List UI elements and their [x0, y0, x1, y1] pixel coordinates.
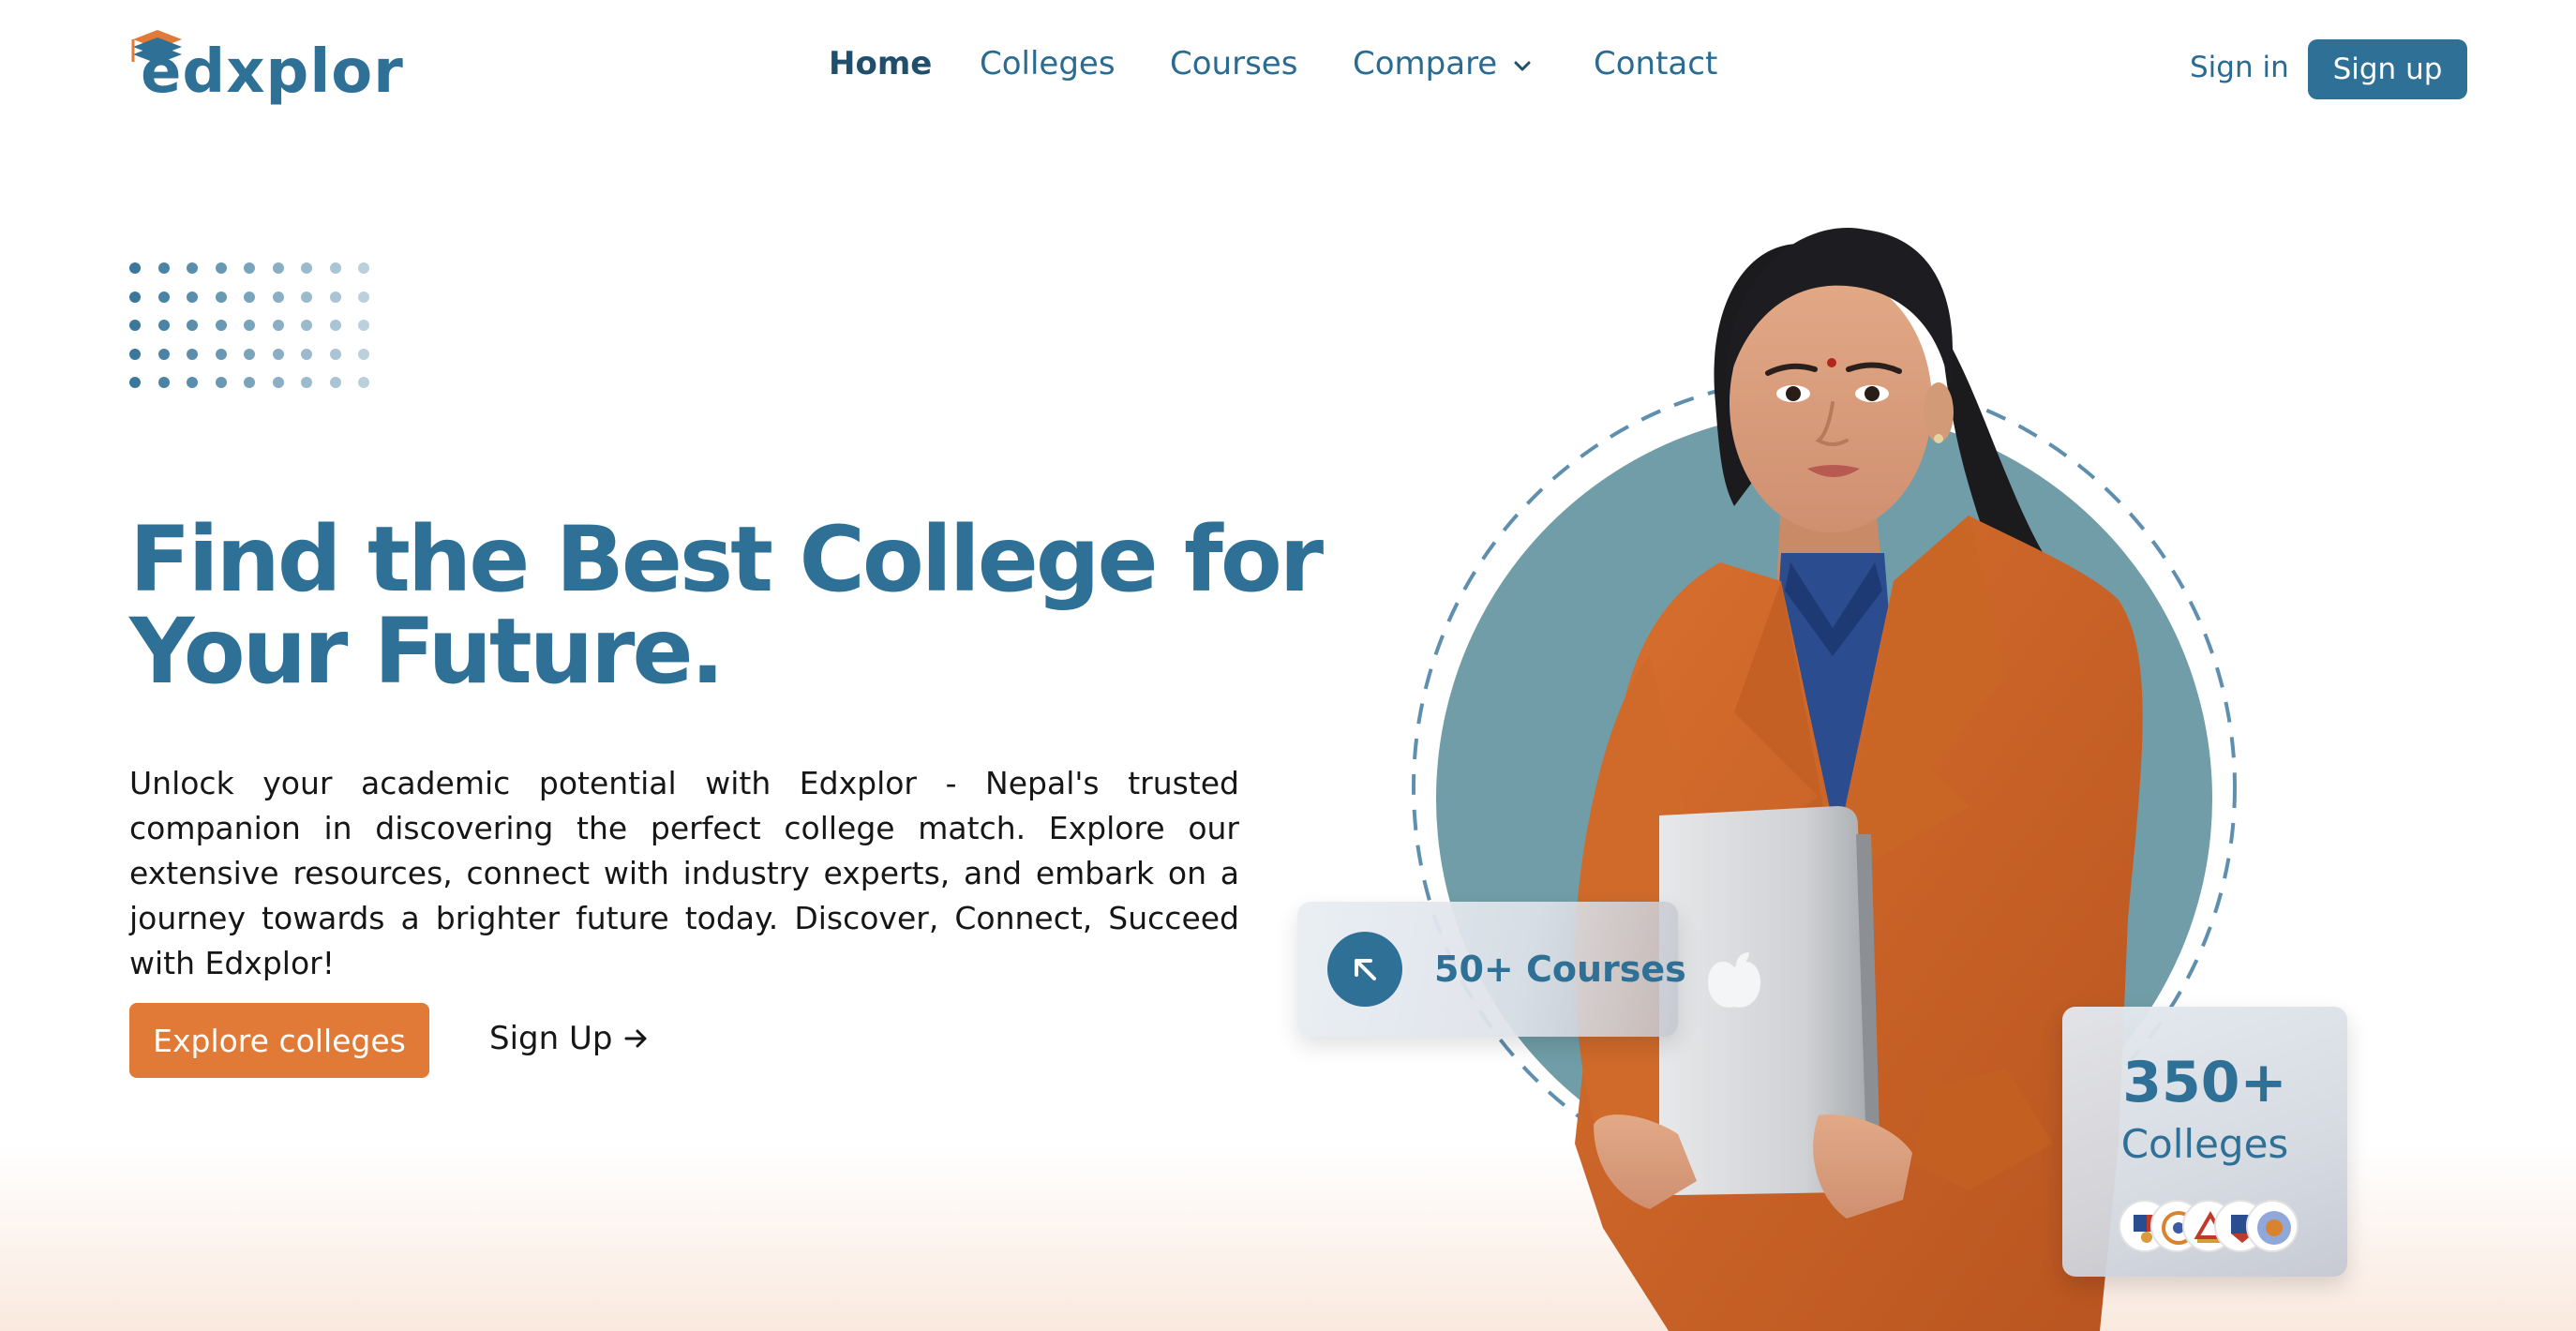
grid-dot [157, 377, 170, 388]
hero-signup-link[interactable]: Sign Up [489, 1020, 650, 1057]
grid-dot [358, 377, 369, 388]
grid-dot [244, 291, 255, 303]
grid-dot [301, 348, 312, 360]
grid-dot [215, 348, 227, 360]
colleges-stat-count: 350+ [2122, 1050, 2287, 1115]
nav-courses[interactable]: Courses [1170, 45, 1297, 82]
college-logo-stack [2119, 1200, 2299, 1256]
dot-grid-decoration [129, 262, 373, 394]
brand-name: edxplor [141, 37, 404, 107]
nav-colleges[interactable]: Colleges [980, 45, 1116, 82]
arrow-right-icon [624, 1029, 647, 1048]
top-navbar: edxplor Home Colleges Courses Compare Co… [0, 0, 2576, 141]
nav-compare-label: Compare [1353, 45, 1498, 82]
grid-dot [301, 320, 312, 331]
grid-dot [244, 320, 255, 331]
grid-dot [358, 348, 369, 360]
grid-dot [244, 262, 255, 274]
grid-dot [329, 291, 341, 303]
grid-dot [244, 348, 255, 360]
grid-dot [187, 262, 198, 274]
grid-dot [272, 377, 284, 388]
explore-colleges-button[interactable]: Explore colleges [129, 1003, 429, 1078]
grid-dot [157, 320, 170, 331]
grid-dot [358, 320, 369, 331]
signin-link[interactable]: Sign in [2190, 51, 2289, 84]
nav-contact[interactable]: Contact [1594, 45, 1717, 82]
grid-dot [358, 291, 369, 303]
grid-dot [129, 291, 141, 303]
colleges-stat-label: Colleges [2120, 1121, 2289, 1167]
grid-dot [272, 320, 284, 331]
grid-dot [272, 262, 284, 274]
colleges-stat-card: 350+ Colleges [2062, 1007, 2347, 1277]
courses-stat-card: 50+ Courses [1297, 902, 1686, 1037]
grid-dot [157, 291, 170, 303]
grid-dot [329, 377, 341, 388]
grid-dot [187, 377, 198, 388]
grid-dot [129, 320, 141, 331]
grid-dot [187, 348, 198, 360]
brand-logo[interactable]: edxplor [129, 22, 403, 116]
grid-dot [215, 377, 227, 388]
grid-dot [301, 262, 312, 274]
grid-dot [187, 320, 198, 331]
nav-home[interactable]: Home [829, 45, 932, 82]
grid-dot [358, 262, 369, 274]
grid-dot [215, 320, 227, 331]
grid-dot [157, 348, 170, 360]
grid-dot [272, 291, 284, 303]
grid-dot [244, 377, 255, 388]
grid-dot [329, 320, 341, 331]
grid-dot [329, 348, 341, 360]
grid-dot [301, 291, 312, 303]
college-logo-5 [2246, 1200, 2299, 1252]
nav-compare[interactable]: Compare [1353, 45, 1535, 82]
grid-dot [272, 348, 284, 360]
courses-stat-label: 50+ Courses [1434, 949, 1686, 990]
grid-dot [129, 348, 141, 360]
grid-dot [129, 377, 141, 388]
hero-headline: Find the Best College for Your Future. [129, 507, 1324, 704]
hero-signup-label: Sign Up [489, 1020, 613, 1057]
courses-icon-badge [1327, 932, 1402, 1007]
grid-dot [329, 262, 341, 274]
signup-button[interactable]: Sign up [2308, 39, 2467, 99]
grid-dot [157, 262, 170, 274]
arrow-up-left-icon [1355, 959, 1376, 980]
grid-dot [301, 377, 312, 388]
grid-dot [215, 291, 227, 303]
grid-dot [187, 291, 198, 303]
hero-description: Unlock your academic potential with Edxp… [129, 765, 1239, 981]
grid-dot [129, 262, 141, 274]
grid-dot [215, 262, 227, 274]
chevron-down-icon [1514, 61, 1531, 70]
